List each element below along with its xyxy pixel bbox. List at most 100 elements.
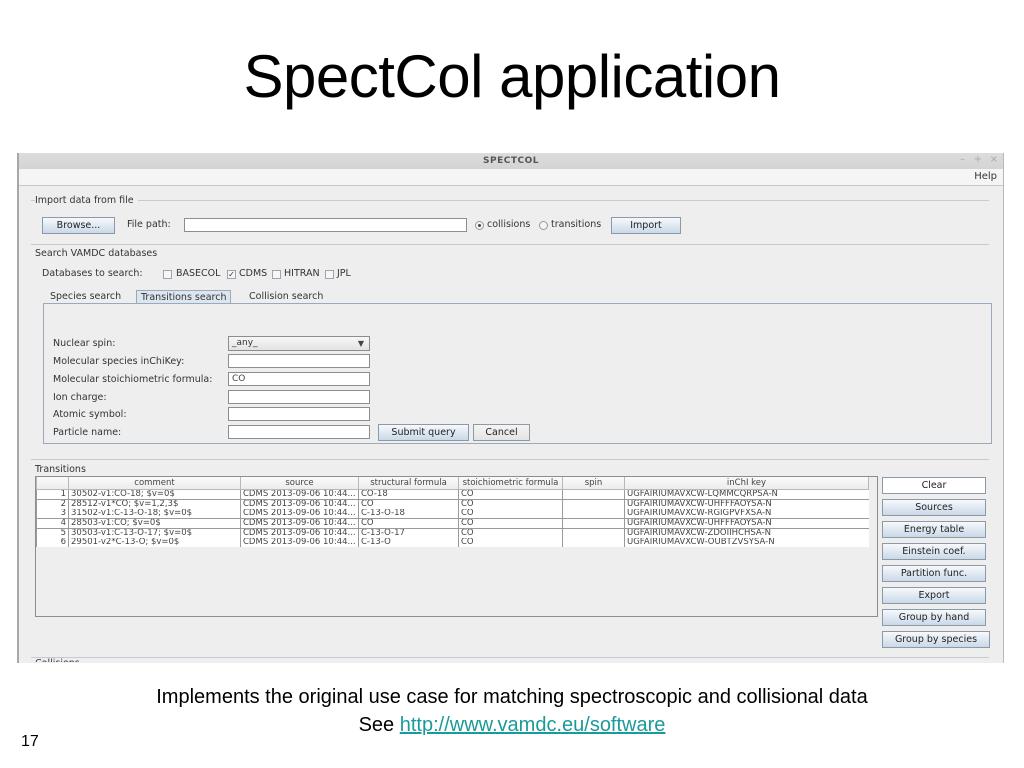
file-path-label: File path:: [127, 219, 171, 230]
tab-transitions-search[interactable]: Transitions search: [136, 290, 232, 304]
table-cell: UGFAIRIUMAVXCW-RGIGPVFXSA-N: [624, 508, 869, 518]
table-cell: 6: [36, 537, 69, 547]
table-cell: CO: [358, 498, 459, 509]
group-by-species-button[interactable]: Group by species: [882, 631, 990, 648]
table-cell: [562, 488, 625, 499]
menu-help[interactable]: Help: [974, 171, 997, 182]
ion-charge-input[interactable]: [228, 390, 370, 404]
atomic-symbol-label: Atomic symbol:: [53, 409, 127, 420]
ion-charge-label: Ion charge:: [53, 392, 107, 403]
clear-button[interactable]: Clear: [882, 477, 986, 494]
table-cell: 28512-v1*CO; $v=1,2,3$: [68, 498, 241, 509]
table-cell: 3: [36, 508, 69, 518]
table-cell: CO: [458, 527, 563, 538]
close-icon[interactable]: ×: [990, 154, 998, 165]
table-cell: CDMS 2013-09-06 10:44...: [240, 498, 359, 509]
spectcol-window: SPECTCOL – + × Help Import data from fil…: [17, 153, 1004, 663]
table-cell: UGFAIRIUMAVXCW-UHFFFAOYSA-N: [624, 498, 869, 509]
maximize-icon[interactable]: +: [974, 154, 982, 165]
table-cell: CDMS 2013-09-06 10:44...: [240, 517, 359, 528]
table-cell: CDMS 2013-09-06 10:44...: [240, 508, 359, 518]
caption-prefix: See: [358, 714, 400, 736]
table-row[interactable]: 1 30502-v1:CO-18; $v=0$ CDMS 2013-09-06 10…: [36, 488, 869, 499]
table-cell: UGFAIRIUMAVXCW-OUBTZVSYSA-N: [624, 537, 869, 547]
group-by-hand-button[interactable]: Group by hand: [882, 609, 986, 626]
stoichiometric-formula-label: Molecular stoichiometric formula:: [53, 374, 213, 385]
column-header-stoichiometric-formula[interactable]: stoichiometric formula: [458, 477, 563, 490]
particle-name-label: Particle name:: [53, 427, 122, 438]
table-cell: CDMS 2013-09-06 10:44...: [240, 488, 359, 499]
column-header-source[interactable]: source: [240, 477, 359, 490]
table-cell: CO: [458, 498, 563, 509]
sources-button[interactable]: Sources: [882, 499, 986, 516]
inchikey-input[interactable]: [228, 354, 370, 368]
slide-caption-link-line: See http://www.vamdc.eu/software: [0, 714, 1024, 737]
checkbox-hitran[interactable]: [272, 270, 281, 279]
checkbox-hitran-label: HITRAN: [284, 268, 320, 279]
vamdc-software-link[interactable]: http://www.vamdc.eu/software: [400, 714, 666, 736]
collisions-group-border: [31, 657, 989, 658]
einstein-coef-button[interactable]: Einstein coef.: [882, 543, 986, 560]
nuclear-spin-select[interactable]: _any_ ▼: [228, 336, 370, 351]
checkbox-cdms[interactable]: ✓: [227, 270, 236, 279]
table-row[interactable]: 6 29501-v2*C-13-O; $v=0$ CDMS 2013-09-06 1…: [36, 537, 869, 547]
partition-func-button[interactable]: Partition func.: [882, 565, 986, 582]
search-group-border: [31, 244, 989, 245]
table-cell: 5: [36, 527, 69, 538]
table-row[interactable]: 2 28512-v1*CO; $v=1,2,3$ CDMS 2013-09-06 1…: [36, 498, 869, 509]
submit-query-button[interactable]: Submit query: [378, 424, 469, 441]
table-row[interactable]: 3 31502-v1:C-13-O-18; $v=0$ CDMS 2013-09-0…: [36, 508, 869, 518]
table-cell: CO: [458, 517, 563, 528]
table-row[interactable]: 4 28503-v1:CO; $v=0$ CDMS 2013-09-06 10:44…: [36, 517, 869, 528]
window-title: SPECTCOL: [483, 156, 539, 166]
table-cell: 1: [36, 488, 69, 499]
radio-collisions[interactable]: [475, 221, 484, 230]
checkbox-jpl-label: JPL: [337, 268, 351, 279]
radio-transitions[interactable]: [539, 221, 548, 230]
column-header-index[interactable]: [36, 477, 69, 490]
table-cell: C-13-O: [358, 537, 459, 547]
table-cell: 30502-v1:CO-18; $v=0$: [68, 488, 241, 499]
checkbox-jpl[interactable]: [325, 270, 334, 279]
chevron-down-icon[interactable]: ▼: [353, 337, 369, 350]
tab-species-search[interactable]: Species search: [46, 290, 125, 304]
file-path-input[interactable]: [184, 218, 467, 232]
table-cell: 31502-v1:C-13-O-18; $v=0$: [68, 508, 241, 518]
tab-collision-search[interactable]: Collision search: [245, 290, 327, 304]
cancel-button[interactable]: Cancel: [473, 424, 530, 441]
inchikey-label: Molecular species inChiKey:: [53, 356, 185, 367]
minimize-icon[interactable]: –: [960, 154, 965, 165]
particle-name-input[interactable]: [228, 425, 370, 439]
column-header-inchi-key[interactable]: inChI key: [624, 477, 869, 490]
table-row[interactable]: 5 30503-v1:C-13-O-17; $v=0$ CDMS 2013-09-0…: [36, 527, 869, 538]
column-header-comment[interactable]: comment: [68, 477, 241, 490]
search-group-title: Search VAMDC databases: [35, 248, 162, 259]
import-group-title: Import data from file: [35, 195, 138, 206]
databases-label: Databases to search:: [42, 268, 143, 279]
stoichiometric-formula-input[interactable]: CO: [228, 372, 370, 386]
table-cell: [562, 498, 625, 509]
table-cell: C-13-O-17: [358, 527, 459, 538]
transitions-table[interactable]: comment source structural formula stoich…: [35, 476, 878, 617]
export-button[interactable]: Export: [882, 587, 986, 604]
table-cell: CDMS 2013-09-06 10:44...: [240, 537, 359, 547]
atomic-symbol-input[interactable]: [228, 407, 370, 421]
table-cell: 30503-v1:C-13-O-17; $v=0$: [68, 527, 241, 538]
table-cell: UGFAIRIUMAVXCW-LQMMCQRPSA-N: [624, 488, 869, 499]
column-header-spin[interactable]: spin: [562, 477, 625, 490]
table-cell: CDMS 2013-09-06 10:44...: [240, 527, 359, 538]
table-cell: [562, 508, 625, 518]
table-cell: 29501-v2*C-13-O; $v=0$: [68, 537, 241, 547]
energy-table-button[interactable]: Energy table: [882, 521, 986, 538]
checkbox-basecol[interactable]: [163, 270, 172, 279]
browse-button[interactable]: Browse...: [42, 217, 115, 234]
radio-transitions-label: transitions: [551, 219, 602, 230]
table-header-row: comment source structural formula stoich…: [36, 477, 869, 490]
column-header-structural-formula[interactable]: structural formula: [358, 477, 459, 490]
import-button[interactable]: Import: [611, 217, 681, 234]
nuclear-spin-label: Nuclear spin:: [53, 338, 116, 349]
table-cell: CO-18: [358, 488, 459, 499]
table-cell: [562, 517, 625, 528]
checkbox-basecol-label: BASECOL: [176, 268, 221, 279]
window-content: Import data from file Browse... File pat…: [19, 186, 1003, 663]
